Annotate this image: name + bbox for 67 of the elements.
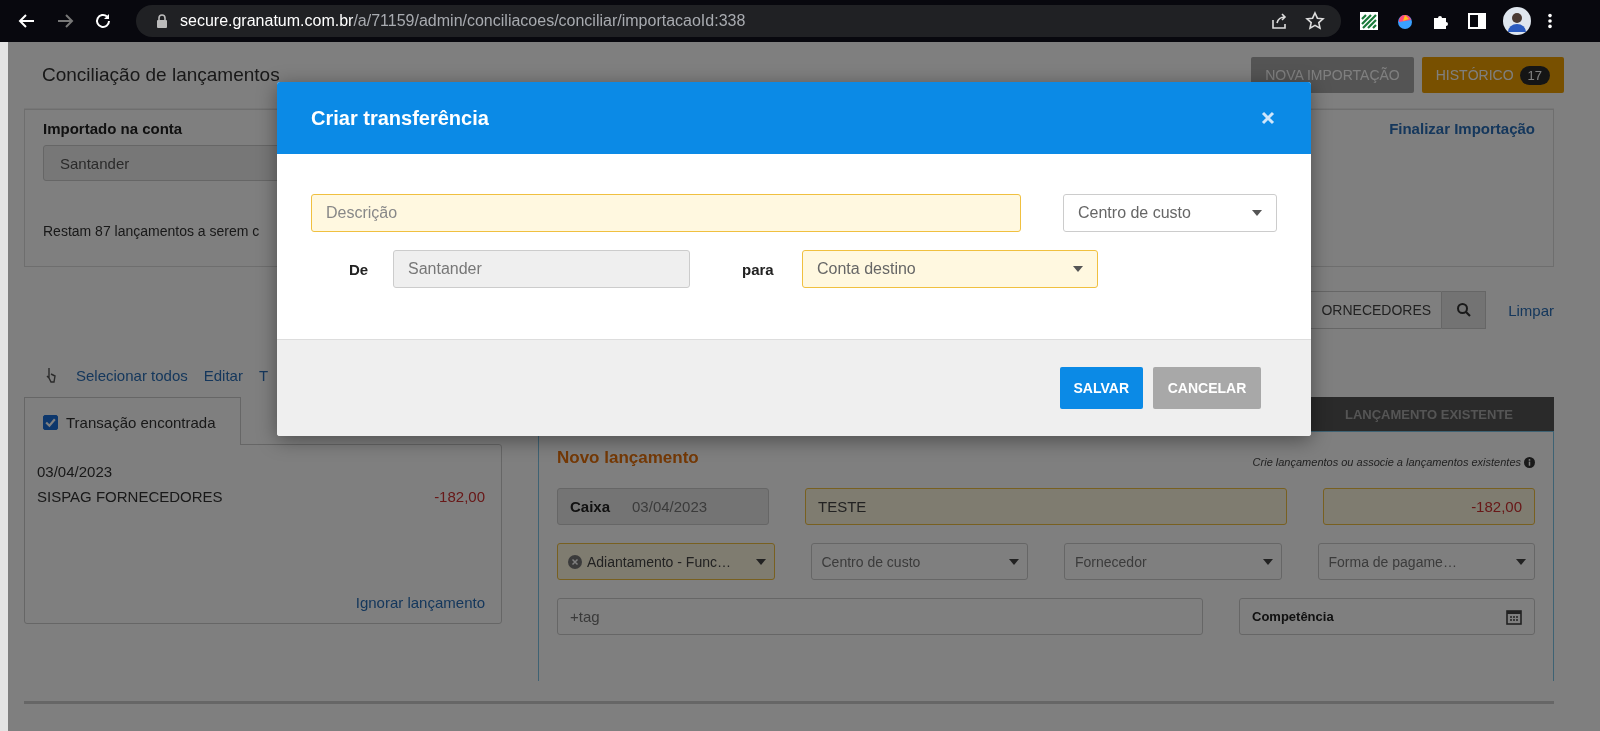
caret-icon xyxy=(1516,558,1526,565)
caret-icon xyxy=(1262,558,1273,565)
new-entry-title: Novo lançamento xyxy=(557,448,699,468)
calendar-icon xyxy=(1506,608,1522,625)
description-field[interactable]: Descrição xyxy=(311,194,1021,232)
address-bar[interactable]: secure.granatum.com.br/a/71159/admin/conciliacoes/conciliar/importacaoId:338 xyxy=(136,5,1341,37)
dialog-title: Criar transferência xyxy=(311,106,489,130)
transaction-description: SISPAG FORNECEDORES xyxy=(37,488,223,505)
transaction-tab[interactable]: Transação encontrada xyxy=(24,397,241,445)
page-title: Conciliação de lançamentos xyxy=(41,64,280,86)
dialog-button[interactable]: SALVAR xyxy=(1059,367,1143,409)
info-icon xyxy=(1524,456,1535,468)
avatar-icon[interactable] xyxy=(1503,7,1531,35)
star-icon[interactable] xyxy=(1305,11,1325,31)
hint-text: Crie lançamentos ou associe a lançamentos existentes xyxy=(1252,456,1521,468)
from-field[interactable]: Santander xyxy=(393,250,690,288)
select-field[interactable]: Centro de custo xyxy=(810,543,1028,580)
remaining-text: Restam 87 lançamentos a serem c xyxy=(43,223,261,239)
tag-field[interactable]: +tag xyxy=(557,598,1203,635)
share-icon[interactable] xyxy=(1269,11,1289,31)
from-label: De xyxy=(349,260,370,278)
extension-icon[interactable] xyxy=(1359,11,1379,31)
caret-icon xyxy=(755,558,766,565)
toolbar-link[interactable]: T xyxy=(258,366,269,384)
select-field[interactable]: Fornecedor xyxy=(1064,543,1282,580)
select-placeholder: Fornecedor xyxy=(1075,553,1148,570)
entry-date: 03/04/2023 xyxy=(632,498,708,515)
close-icon[interactable] xyxy=(1261,111,1275,125)
caret-icon xyxy=(1252,210,1262,216)
date-field[interactable]: Caixa 03/04/2023 xyxy=(557,488,769,525)
search-icon xyxy=(1455,302,1472,318)
toolbar-link[interactable]: Editar xyxy=(203,366,243,384)
hand-icon[interactable] xyxy=(44,366,56,384)
count-badge: 17 xyxy=(1519,65,1550,85)
transaction-amount: -182,00 xyxy=(434,488,485,505)
clear-link[interactable]: Limpar xyxy=(1508,301,1554,319)
url-host: secure.granatum.com.br xyxy=(180,12,354,29)
side-panel-icon[interactable] xyxy=(1467,11,1487,31)
transaction-date: 03/04/2023 xyxy=(37,463,114,480)
amount-field[interactable]: -182,00 xyxy=(1323,488,1535,525)
tab-label: Transação encontrada xyxy=(66,414,216,431)
select-placeholder: Forma de pagame… xyxy=(1328,553,1458,570)
account-name: Caixa xyxy=(570,498,611,515)
url-path: /a/71159/admin/conciliacoes/conciliar/importacaoId:338 xyxy=(353,12,746,29)
clear-icon[interactable] xyxy=(568,554,582,569)
account-label: Importado na conta xyxy=(43,120,184,137)
lock-icon xyxy=(156,14,168,28)
reload-icon[interactable] xyxy=(93,11,113,31)
finish-import-link[interactable]: Finalizar Importação xyxy=(1389,120,1535,248)
description-field[interactable]: TESTE xyxy=(805,488,1287,525)
toolbar-link[interactable]: Selecionar todos xyxy=(76,366,188,384)
cost-center-select[interactable]: Centro de custo xyxy=(1063,194,1277,232)
select-value: Adiantamento - Func… xyxy=(587,553,732,570)
search-button[interactable] xyxy=(1442,291,1487,329)
menu-icon[interactable] xyxy=(1547,12,1553,30)
caret-icon xyxy=(1009,558,1019,565)
to-label: para xyxy=(742,260,775,278)
select-placeholder: Centro de custo xyxy=(821,553,922,570)
checkbox[interactable] xyxy=(43,415,58,430)
competence-field[interactable]: Competência xyxy=(1239,598,1535,635)
caret-icon xyxy=(1073,266,1083,272)
ignore-link[interactable]: Ignorar lançamento xyxy=(355,594,485,611)
dialog-button[interactable]: CANCELAR xyxy=(1153,367,1261,409)
select-field[interactable]: Adiantamento - Func… xyxy=(557,543,775,580)
select-field[interactable]: Forma de pagame… xyxy=(1317,543,1535,580)
destination-select[interactable]: Conta destino xyxy=(802,250,1098,288)
header-button[interactable]: HISTÓRICO 17 xyxy=(1421,57,1564,93)
